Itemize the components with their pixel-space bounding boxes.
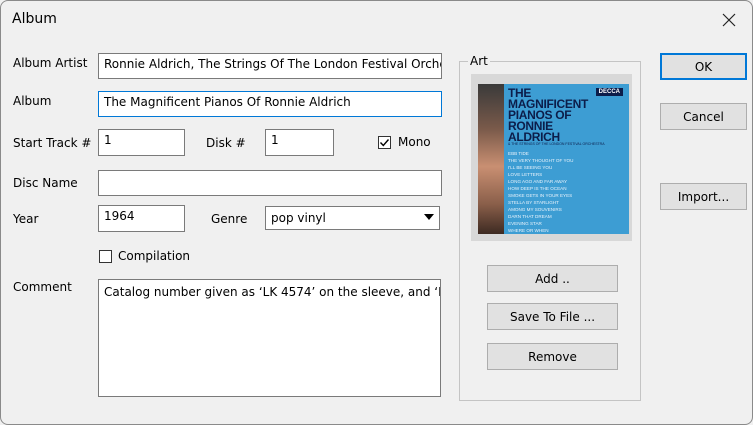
cover-track: I'LL BE SEEING YOU <box>508 165 553 170</box>
art-group-label: Art <box>468 54 490 68</box>
cover-subtitle: & THE STRINGS OF THE LONDON FESTIVAL ORC… <box>508 142 605 146</box>
disk-field[interactable]: 1 <box>265 129 334 156</box>
cover-track: DARN THAT DREAM <box>508 214 552 219</box>
album-dialog: Album Album Artist Ronnie Aldrich, The S… <box>0 0 753 425</box>
cover-track: SMOKE GETS IN YOUR EYES <box>508 193 573 198</box>
ok-button[interactable]: OK <box>660 53 747 80</box>
mono-checkbox[interactable] <box>378 136 391 149</box>
cover-track: LOVE LETTERS <box>508 172 543 177</box>
title-bar[interactable]: Album <box>1 1 752 39</box>
cover-track: AMONG MY SOUVENIRS <box>508 207 562 212</box>
cancel-button[interactable]: Cancel <box>660 103 747 130</box>
checkmark-icon <box>379 139 390 147</box>
close-button[interactable] <box>706 1 752 39</box>
disc-name-label: Disc Name <box>13 176 78 190</box>
genre-dropdown-button[interactable] <box>420 208 438 226</box>
cover-photo <box>478 84 504 234</box>
disk-label: Disk # <box>206 136 246 150</box>
cover-track: STELLA BY STARLIGHT <box>508 200 559 205</box>
cover-track: EVENING STAR <box>508 221 542 226</box>
cover-track: WHERE OR WHEN <box>508 228 549 233</box>
cover-track: EBB TIDE <box>508 151 529 156</box>
album-artist-label: Album Artist <box>13 56 88 70</box>
close-icon <box>722 13 736 27</box>
add-art-button[interactable]: Add .. <box>487 265 618 292</box>
cover-title: THE MAGNIFICENT PIANOS OF RONNIE ALDRICH <box>508 87 598 143</box>
cover-track-list: EBB TIDE THE VERY THOUGHT OF YOU I'LL BE… <box>508 150 573 234</box>
remove-art-button[interactable]: Remove <box>487 343 618 370</box>
mono-label: Mono <box>398 135 431 149</box>
year-label: Year <box>13 212 39 226</box>
album-art-image: THE MAGNIFICENT PIANOS OF RONNIE ALDRICH… <box>471 74 632 241</box>
cover-track: THE VERY THOUGHT OF YOU <box>508 158 574 163</box>
comment-label: Comment <box>13 280 72 294</box>
import-button[interactable]: Import... <box>660 183 747 210</box>
cover-track: LONG AGO AND FAR AWAY <box>508 179 568 184</box>
album-label: Album <box>13 94 52 108</box>
compilation-label: Compilation <box>118 249 191 263</box>
year-field[interactable]: 1964 <box>98 205 185 232</box>
window-title: Album <box>12 11 57 27</box>
cover-track: HOW DEEP IS THE OCEAN <box>508 186 567 191</box>
genre-dropdown[interactable]: pop vinyl <box>265 206 440 230</box>
start-track-label: Start Track # <box>13 136 92 150</box>
genre-value: pop vinyl <box>271 211 326 225</box>
cover-panel: THE MAGNIFICENT PIANOS OF RONNIE ALDRICH… <box>504 84 629 234</box>
disc-name-field[interactable] <box>98 170 442 196</box>
genre-label: Genre <box>211 212 248 226</box>
compilation-checkbox[interactable] <box>99 250 112 263</box>
decca-logo: DECCA <box>595 88 623 96</box>
album-field[interactable]: The Magnificent Pianos Of Ronnie Aldrich <box>98 91 442 117</box>
start-track-field[interactable]: 1 <box>98 129 185 156</box>
comment-field[interactable]: Catalog number given as ‘LK 4574’ on the… <box>98 279 441 397</box>
save-to-file-button[interactable]: Save To File ... <box>487 303 618 330</box>
dropdown-arrow-icon <box>424 214 434 220</box>
album-artist-field[interactable]: Ronnie Aldrich, The Strings Of The Londo… <box>98 53 442 79</box>
